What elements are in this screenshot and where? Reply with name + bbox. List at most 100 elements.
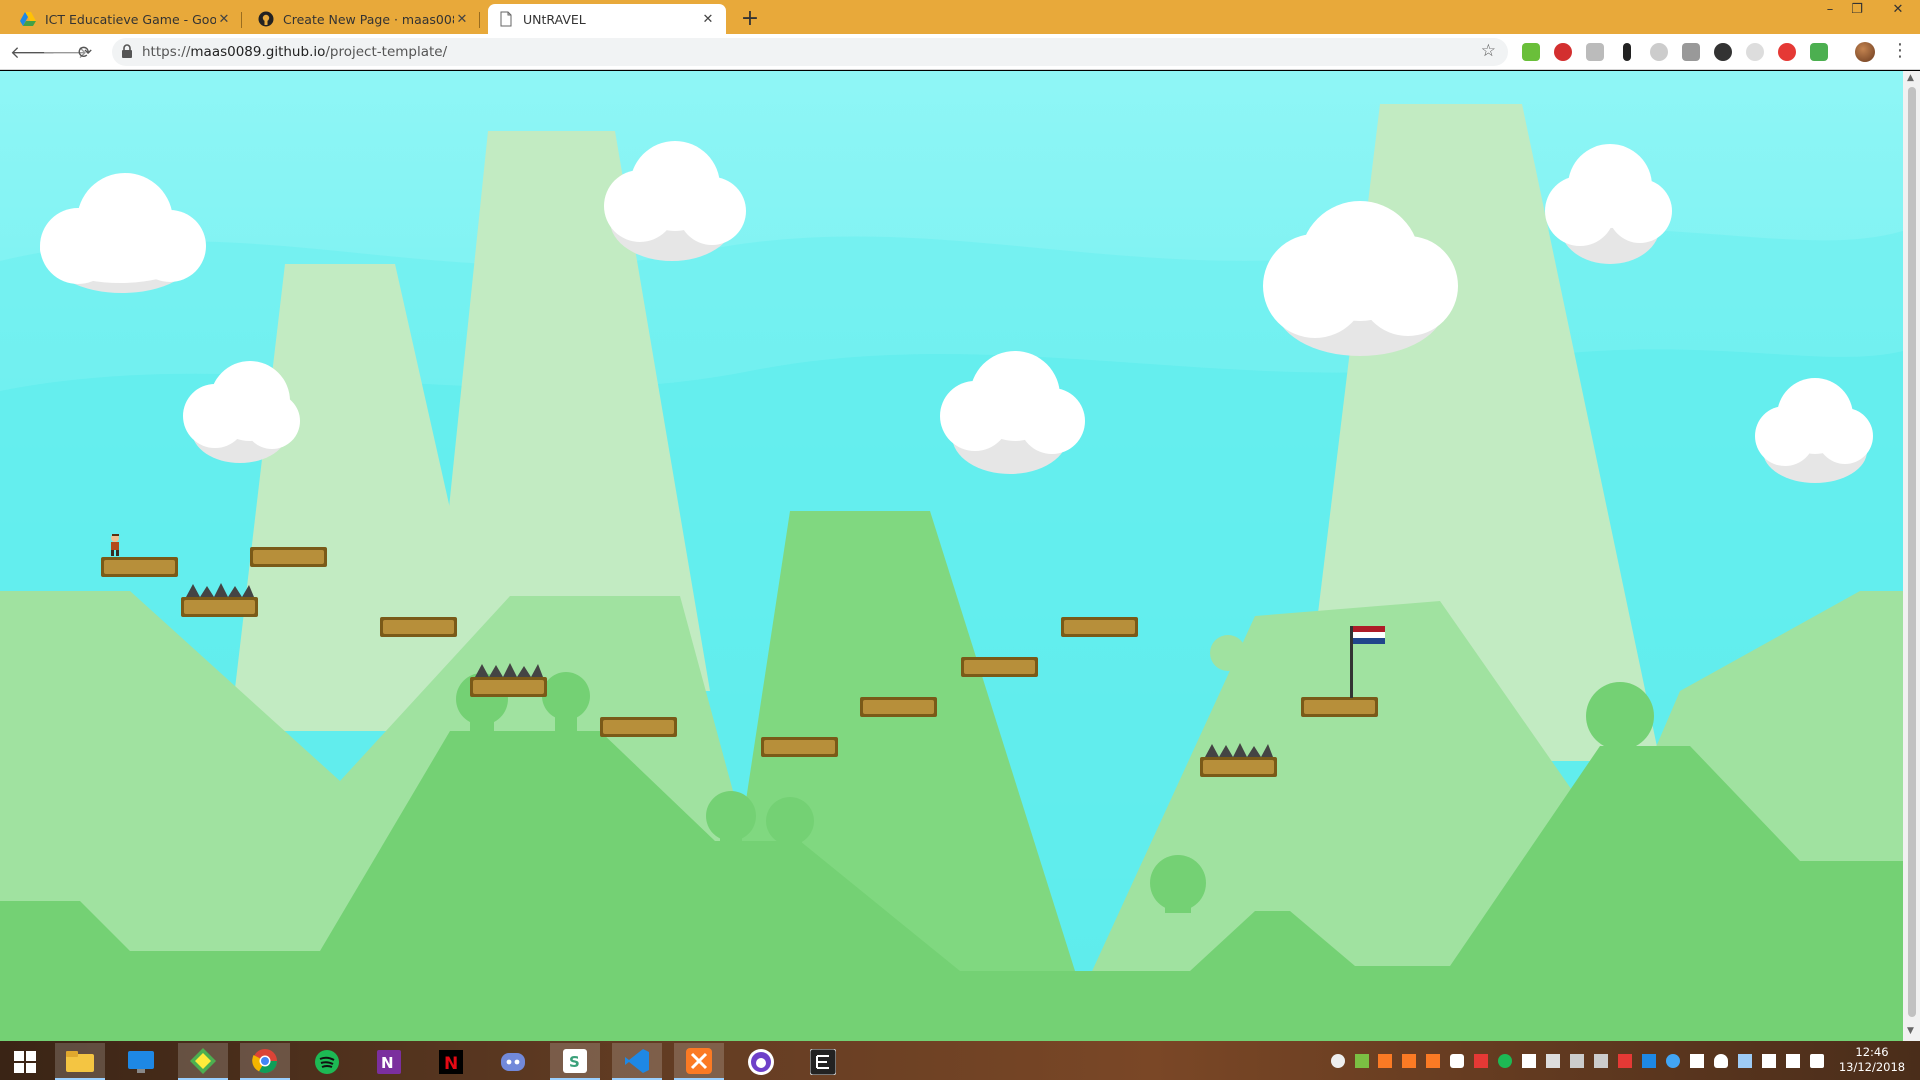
- tray-nvidia-icon[interactable]: [1355, 1054, 1369, 1068]
- platform: [470, 677, 547, 697]
- platform: [600, 717, 677, 737]
- netflix-icon: N: [439, 1049, 463, 1074]
- extension-icon[interactable]: [1623, 43, 1631, 61]
- tray-volume-icon[interactable]: [1810, 1054, 1824, 1068]
- tray-xampp-icon[interactable]: [1402, 1054, 1416, 1068]
- page-scrollbar[interactable]: ▲ ▼: [1903, 71, 1920, 1041]
- tray-app-icon[interactable]: [1642, 1054, 1656, 1068]
- bookmark-star-icon[interactable]: ☆: [1481, 41, 1496, 61]
- tray-app-icon[interactable]: [1474, 1054, 1488, 1068]
- tray-dropbox-icon[interactable]: [1522, 1054, 1536, 1068]
- taskbar-clock[interactable]: 12:46 13/12/2018: [1830, 1045, 1914, 1075]
- tray-settings-icon[interactable]: [1331, 1054, 1345, 1068]
- taskbar-chrome[interactable]: [240, 1043, 290, 1080]
- tray-spotify-icon[interactable]: [1498, 1054, 1512, 1068]
- taskbar-gitkraken[interactable]: [178, 1043, 228, 1080]
- file-explorer-icon: [66, 1050, 94, 1072]
- game-scene: [0, 71, 1903, 1041]
- taskbar-onenote[interactable]: N: [364, 1043, 414, 1080]
- taskbar-discord[interactable]: [488, 1043, 538, 1080]
- scroll-thumb[interactable]: [1908, 87, 1916, 1017]
- reload-button[interactable]: ⟳: [74, 42, 96, 64]
- minimize-button[interactable]: –: [1818, 2, 1842, 17]
- browser-toolbar: 🡐 🡒 ⟳ https://maas0089.github.io/project…: [0, 34, 1920, 70]
- tray-app-icon[interactable]: [1570, 1054, 1584, 1068]
- vscode-icon: [625, 1048, 649, 1073]
- taskbar-spotify[interactable]: [302, 1043, 352, 1080]
- extension-icon[interactable]: [1522, 43, 1540, 61]
- platform: [250, 547, 327, 567]
- tray-usb-icon[interactable]: [1594, 1054, 1608, 1068]
- new-tab-button[interactable]: +: [738, 6, 762, 31]
- spotify-icon: [315, 1049, 339, 1074]
- platform: [761, 737, 838, 757]
- tray-app-icon[interactable]: [1618, 1054, 1632, 1068]
- gitkraken-icon: [190, 1047, 216, 1074]
- extension-icon[interactable]: [1714, 43, 1732, 61]
- tray-onedrive-icon[interactable]: [1714, 1054, 1728, 1068]
- tab-github[interactable]: Create New Page · maas0089/pr ✕: [248, 4, 480, 34]
- flag-stripe-red: [1353, 626, 1385, 632]
- back-button[interactable]: 🡐: [10, 42, 56, 64]
- tray-flag-icon[interactable]: [1762, 1054, 1776, 1068]
- tab-title: ICT Educatieve Game - Google D: [45, 11, 216, 27]
- tab-title: Create New Page · maas0089/pr: [283, 11, 454, 27]
- tray-battery-icon[interactable]: [1786, 1054, 1800, 1068]
- taskbar-remote-desktop[interactable]: [116, 1043, 166, 1080]
- flag-stripe-white: [1353, 632, 1385, 638]
- tray-xampp-icon[interactable]: [1378, 1054, 1392, 1068]
- svg-text:N: N: [444, 1054, 458, 1074]
- url-text: https://maas0089.github.io/project-templ…: [142, 44, 447, 60]
- extension-icon[interactable]: [1682, 43, 1700, 61]
- game-canvas[interactable]: [0, 71, 1903, 1041]
- svg-text:N: N: [381, 1054, 394, 1072]
- clock-time: 12:46: [1855, 1045, 1889, 1059]
- svg-text:S: S: [569, 1053, 580, 1071]
- browser-tab-strip: ICT Educatieve Game - Google D ✕ Create …: [0, 0, 1920, 34]
- tab-untravel[interactable]: UNtRAVEL ✕: [488, 4, 726, 34]
- taskbar-slack[interactable]: S: [550, 1043, 600, 1080]
- github-icon: [258, 11, 274, 27]
- extension-icon[interactable]: [1650, 43, 1668, 61]
- taskbar-github-desktop[interactable]: [736, 1043, 786, 1080]
- url-path: /project-template/: [325, 44, 448, 60]
- tray-network-icon[interactable]: [1690, 1054, 1704, 1068]
- lock-icon: [122, 44, 132, 58]
- forward-button[interactable]: 🡒: [42, 42, 88, 64]
- browser-menu-icon[interactable]: ⋮: [1891, 40, 1909, 61]
- epic-games-icon: [810, 1048, 836, 1075]
- tab-close-icon[interactable]: ✕: [700, 12, 716, 27]
- tray-app-icon[interactable]: [1546, 1054, 1560, 1068]
- remote-desktop-icon: [128, 1050, 154, 1073]
- adblock-plus-icon[interactable]: [1554, 43, 1572, 61]
- scroll-down-arrow[interactable]: ▼: [1907, 1026, 1914, 1036]
- tray-steam-icon[interactable]: [1738, 1054, 1752, 1068]
- extension-icon[interactable]: [1746, 43, 1764, 61]
- start-button[interactable]: [0, 1043, 50, 1080]
- close-window-button[interactable]: ✕: [1886, 2, 1910, 17]
- scroll-up-arrow[interactable]: ▲: [1907, 73, 1914, 83]
- tray-app-icon[interactable]: [1666, 1054, 1680, 1068]
- address-bar[interactable]: https://maas0089.github.io/project-templ…: [112, 38, 1508, 66]
- platform: [380, 617, 457, 637]
- clock-date: 13/12/2018: [1838, 1060, 1906, 1074]
- taskbar-xampp[interactable]: [674, 1043, 724, 1080]
- tab-close-icon[interactable]: ✕: [216, 12, 232, 27]
- extension-icon[interactable]: [1586, 43, 1604, 61]
- extension-icon[interactable]: [1810, 43, 1828, 61]
- tab-google-drive[interactable]: ICT Educatieve Game - Google D ✕: [10, 4, 242, 34]
- discord-icon: [501, 1052, 525, 1071]
- restore-button[interactable]: ❐: [1845, 2, 1869, 17]
- extension-icon[interactable]: [1778, 43, 1796, 61]
- profile-avatar[interactable]: [1855, 42, 1875, 62]
- tray-xampp-icon[interactable]: [1426, 1054, 1440, 1068]
- taskbar-netflix[interactable]: N: [426, 1043, 476, 1080]
- github-desktop-icon: [748, 1048, 774, 1075]
- tab-close-icon[interactable]: ✕: [454, 12, 470, 27]
- onenote-icon: N: [377, 1049, 401, 1074]
- taskbar-file-explorer[interactable]: [55, 1043, 105, 1080]
- google-drive-icon: [20, 12, 36, 26]
- tray-discord-icon[interactable]: [1450, 1054, 1464, 1068]
- taskbar-vscode[interactable]: [612, 1043, 662, 1080]
- taskbar-epic-games[interactable]: [798, 1043, 848, 1080]
